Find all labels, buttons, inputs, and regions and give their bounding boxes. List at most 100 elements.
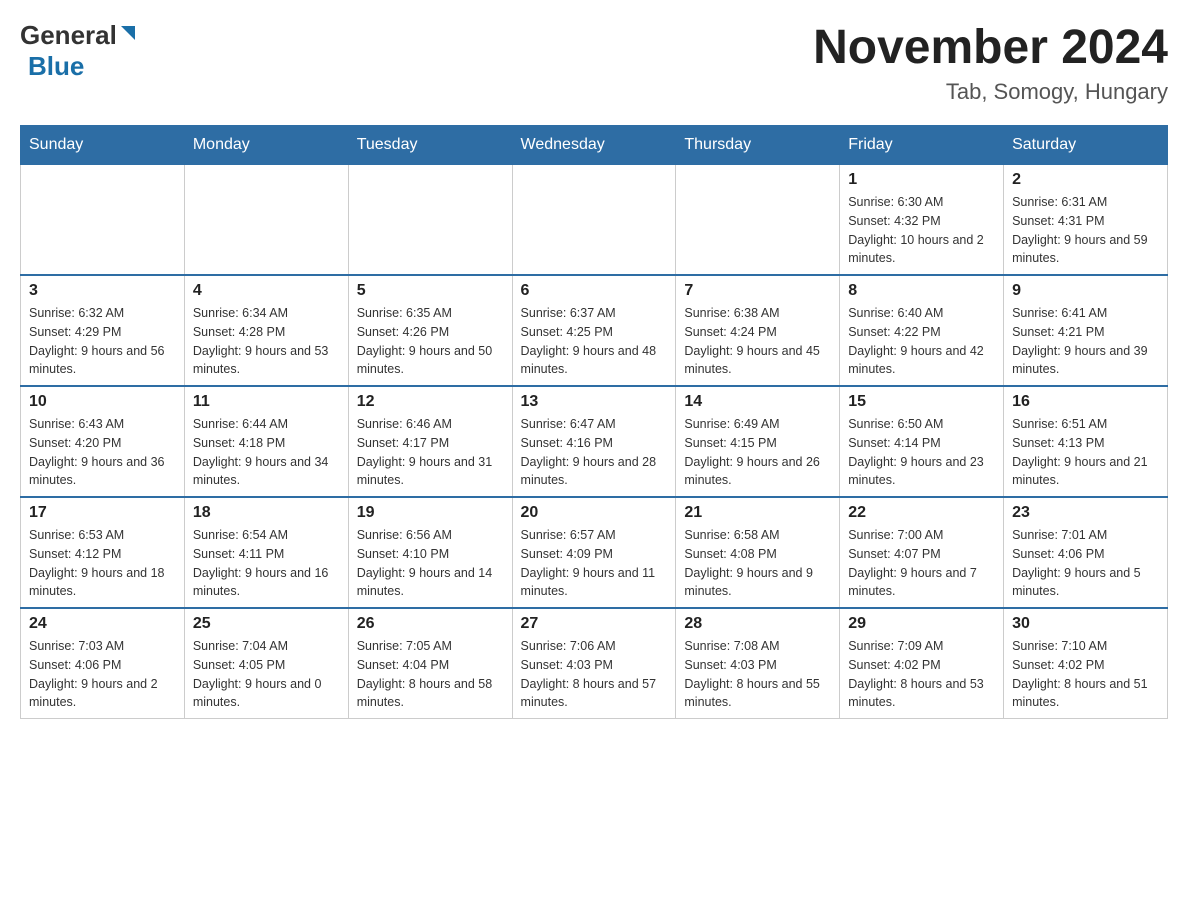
day-info: Sunrise: 6:34 AM Sunset: 4:28 PM Dayligh… — [193, 304, 340, 379]
calendar-cell: 21 Sunrise: 6:58 AM Sunset: 4:08 PM Dayli… — [676, 497, 840, 608]
weekday-header-sunday: Sunday — [21, 126, 185, 165]
week-row-1: 1Sunrise: 6:30 AM Sunset: 4:32 PM Daylig… — [21, 165, 1168, 276]
day-info: Sunrise: 7:03 AM Sunset: 4:06 PM Dayligh… — [29, 637, 176, 712]
calendar-cell — [512, 165, 676, 276]
calendar-cell: 30 Sunrise: 7:10 AM Sunset: 4:02 PM Dayli… — [1004, 608, 1168, 719]
day-number: 12 — [357, 393, 504, 411]
day-number: 28 — [684, 615, 831, 633]
calendar-cell: 23 Sunrise: 7:01 AM Sunset: 4:06 PM Dayli… — [1004, 497, 1168, 608]
calendar-cell: 15 Sunrise: 6:50 AM Sunset: 4:14 PM Dayli… — [840, 386, 1004, 497]
calendar-cell: 13Sunrise: 6:47 AM Sunset: 4:16 PM Dayli… — [512, 386, 676, 497]
calendar-cell: 19 Sunrise: 6:56 AM Sunset: 4:10 PM Dayli… — [348, 497, 512, 608]
calendar-cell: 9 Sunrise: 6:41 AM Sunset: 4:21 PM Daylig… — [1004, 275, 1168, 386]
calendar-cell: 8 Sunrise: 6:40 AM Sunset: 4:22 PM Daylig… — [840, 275, 1004, 386]
weekday-header-tuesday: Tuesday — [348, 126, 512, 165]
logo-arrow-icon — [117, 22, 139, 44]
day-info: Sunrise: 6:58 AM Sunset: 4:08 PM Dayligh… — [684, 526, 831, 601]
logo-general-text: General — [20, 20, 117, 51]
calendar-cell: 7 Sunrise: 6:38 AM Sunset: 4:24 PM Daylig… — [676, 275, 840, 386]
day-number: 5 — [357, 282, 504, 300]
calendar-cell — [184, 165, 348, 276]
day-info: Sunrise: 6:54 AM Sunset: 4:11 PM Dayligh… — [193, 526, 340, 601]
calendar-cell: 28 Sunrise: 7:08 AM Sunset: 4:03 PM Dayli… — [676, 608, 840, 719]
calendar-cell: 18 Sunrise: 6:54 AM Sunset: 4:11 PM Dayli… — [184, 497, 348, 608]
week-row-5: 24Sunrise: 7:03 AM Sunset: 4:06 PM Dayli… — [21, 608, 1168, 719]
calendar-cell: 4Sunrise: 6:34 AM Sunset: 4:28 PM Daylig… — [184, 275, 348, 386]
day-info: Sunrise: 7:08 AM Sunset: 4:03 PM Dayligh… — [684, 637, 831, 712]
day-info: Sunrise: 7:10 AM Sunset: 4:02 PM Dayligh… — [1012, 637, 1159, 712]
day-info: Sunrise: 7:05 AM Sunset: 4:04 PM Dayligh… — [357, 637, 504, 712]
logo-blue-text: Blue — [28, 51, 84, 81]
page-header: General Blue November 2024 Tab, Somogy, … — [20, 20, 1168, 105]
week-row-4: 17 Sunrise: 6:53 AM Sunset: 4:12 PM Dayli… — [21, 497, 1168, 608]
day-number: 6 — [521, 282, 668, 300]
day-number: 8 — [848, 282, 995, 300]
calendar-cell: 29 Sunrise: 7:09 AM Sunset: 4:02 PM Dayli… — [840, 608, 1004, 719]
day-info: Sunrise: 7:04 AM Sunset: 4:05 PM Dayligh… — [193, 637, 340, 712]
day-info: Sunrise: 6:38 AM Sunset: 4:24 PM Dayligh… — [684, 304, 831, 379]
weekday-header-friday: Friday — [840, 126, 1004, 165]
day-info: Sunrise: 6:41 AM Sunset: 4:21 PM Dayligh… — [1012, 304, 1159, 379]
day-number: 23 — [1012, 504, 1159, 522]
calendar-cell: 11 Sunrise: 6:44 AM Sunset: 4:18 PM Dayli… — [184, 386, 348, 497]
calendar-cell: 12 Sunrise: 6:46 AM Sunset: 4:17 PM Dayli… — [348, 386, 512, 497]
calendar-cell: 3Sunrise: 6:32 AM Sunset: 4:29 PM Daylig… — [21, 275, 185, 386]
calendar-cell: 17 Sunrise: 6:53 AM Sunset: 4:12 PM Dayli… — [21, 497, 185, 608]
day-number: 22 — [848, 504, 995, 522]
day-info: Sunrise: 6:53 AM Sunset: 4:12 PM Dayligh… — [29, 526, 176, 601]
day-info: Sunrise: 6:57 AM Sunset: 4:09 PM Dayligh… — [521, 526, 668, 601]
day-number: 19 — [357, 504, 504, 522]
day-number: 29 — [848, 615, 995, 633]
weekday-header-row: SundayMondayTuesdayWednesdayThursdayFrid… — [21, 126, 1168, 165]
day-info: Sunrise: 6:37 AM Sunset: 4:25 PM Dayligh… — [521, 304, 668, 379]
calendar-cell: 1Sunrise: 6:30 AM Sunset: 4:32 PM Daylig… — [840, 165, 1004, 276]
day-info: Sunrise: 6:32 AM Sunset: 4:29 PM Dayligh… — [29, 304, 176, 379]
calendar-table: SundayMondayTuesdayWednesdayThursdayFrid… — [20, 125, 1168, 719]
weekday-header-saturday: Saturday — [1004, 126, 1168, 165]
day-number: 18 — [193, 504, 340, 522]
day-number: 11 — [193, 393, 340, 411]
day-number: 16 — [1012, 393, 1159, 411]
day-info: Sunrise: 6:40 AM Sunset: 4:22 PM Dayligh… — [848, 304, 995, 379]
day-number: 20 — [521, 504, 668, 522]
day-number: 7 — [684, 282, 831, 300]
day-info: Sunrise: 7:01 AM Sunset: 4:06 PM Dayligh… — [1012, 526, 1159, 601]
calendar-cell: 25Sunrise: 7:04 AM Sunset: 4:05 PM Dayli… — [184, 608, 348, 719]
weekday-header-monday: Monday — [184, 126, 348, 165]
calendar-cell: 16Sunrise: 6:51 AM Sunset: 4:13 PM Dayli… — [1004, 386, 1168, 497]
calendar-cell: 5Sunrise: 6:35 AM Sunset: 4:26 PM Daylig… — [348, 275, 512, 386]
week-row-2: 3Sunrise: 6:32 AM Sunset: 4:29 PM Daylig… — [21, 275, 1168, 386]
day-info: Sunrise: 6:44 AM Sunset: 4:18 PM Dayligh… — [193, 415, 340, 490]
day-number: 10 — [29, 393, 176, 411]
day-number: 30 — [1012, 615, 1159, 633]
day-info: Sunrise: 7:06 AM Sunset: 4:03 PM Dayligh… — [521, 637, 668, 712]
calendar-cell — [348, 165, 512, 276]
logo: General Blue — [20, 20, 139, 82]
calendar-cell: 6 Sunrise: 6:37 AM Sunset: 4:25 PM Daylig… — [512, 275, 676, 386]
day-number: 9 — [1012, 282, 1159, 300]
day-info: Sunrise: 7:09 AM Sunset: 4:02 PM Dayligh… — [848, 637, 995, 712]
day-number: 26 — [357, 615, 504, 633]
week-row-3: 10 Sunrise: 6:43 AM Sunset: 4:20 PM Dayli… — [21, 386, 1168, 497]
day-number: 1 — [848, 171, 995, 189]
title-section: November 2024 Tab, Somogy, Hungary — [813, 20, 1168, 105]
day-info: Sunrise: 7:00 AM Sunset: 4:07 PM Dayligh… — [848, 526, 995, 601]
day-number: 17 — [29, 504, 176, 522]
calendar-cell — [21, 165, 185, 276]
day-info: Sunrise: 6:43 AM Sunset: 4:20 PM Dayligh… — [29, 415, 176, 490]
day-number: 27 — [521, 615, 668, 633]
month-year-title: November 2024 — [813, 20, 1168, 75]
calendar-cell: 26 Sunrise: 7:05 AM Sunset: 4:04 PM Dayli… — [348, 608, 512, 719]
day-info: Sunrise: 6:49 AM Sunset: 4:15 PM Dayligh… — [684, 415, 831, 490]
day-info: Sunrise: 6:50 AM Sunset: 4:14 PM Dayligh… — [848, 415, 995, 490]
day-number: 15 — [848, 393, 995, 411]
calendar-cell: 14 Sunrise: 6:49 AM Sunset: 4:15 PM Dayli… — [676, 386, 840, 497]
day-info: Sunrise: 6:46 AM Sunset: 4:17 PM Dayligh… — [357, 415, 504, 490]
day-info: Sunrise: 6:56 AM Sunset: 4:10 PM Dayligh… — [357, 526, 504, 601]
calendar-cell: 10 Sunrise: 6:43 AM Sunset: 4:20 PM Dayli… — [21, 386, 185, 497]
day-number: 21 — [684, 504, 831, 522]
calendar-cell: 22 Sunrise: 7:00 AM Sunset: 4:07 PM Dayli… — [840, 497, 1004, 608]
day-number: 13 — [521, 393, 668, 411]
calendar-cell: 24Sunrise: 7:03 AM Sunset: 4:06 PM Dayli… — [21, 608, 185, 719]
day-number: 14 — [684, 393, 831, 411]
